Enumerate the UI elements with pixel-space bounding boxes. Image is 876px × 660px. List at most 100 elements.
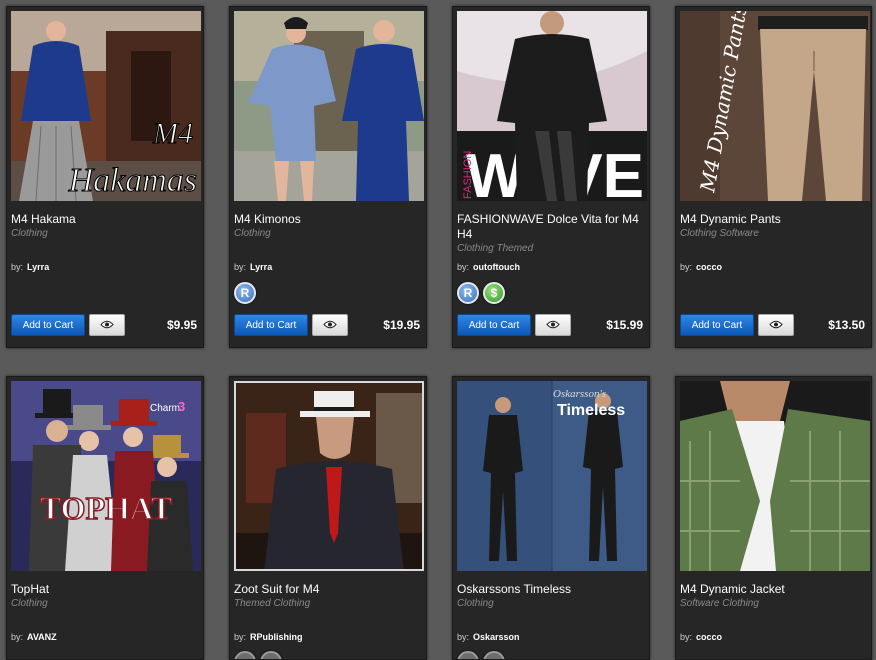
author-link[interactable]: AVANZ [27,632,57,642]
eye-icon [100,316,114,334]
product-badges: R [234,282,256,304]
product-title[interactable]: TopHat Clothing [11,582,197,611]
add-to-cart-button[interactable]: Add to Cart [680,314,754,336]
product-card: M4 Dynamic Pants M4 Dynamic Pants Clothi… [675,6,872,348]
product-title[interactable]: FASHIONWAVE Dolce Vita for M4 H4 Clothin… [457,212,643,256]
by-label: by: [457,262,470,272]
product-title-text[interactable]: M4 Kimonos [234,212,301,226]
product-byline: by: Oskarsson [457,632,520,642]
product-title[interactable]: M4 Kimonos Clothing [234,212,420,241]
author-link[interactable]: Lyrra [250,262,272,272]
product-category: Software Clothing [680,598,759,609]
by-label: by: [11,632,24,642]
product-title[interactable]: Oskarssons Timeless Clothing [457,582,643,611]
image-overlay-text: 3 [178,399,185,414]
product-actions: Add to Cart $13.50 [680,313,865,337]
product-byline: by: AVANZ [11,632,57,642]
image-overlay-text: Timeless [557,402,625,419]
by-label: by: [680,262,693,272]
product-image[interactable]: Oskarsson's Timeless [457,381,647,571]
product-title-text[interactable]: Oskarssons Timeless [457,582,571,596]
by-label: by: [457,632,470,642]
product-title-text[interactable]: M4 Dynamic Pants [680,212,781,226]
product-card: TOPHAT Charm 3 TopHat Clothing by: AVANZ [6,376,204,660]
image-overlay-text: TOPHAT [40,490,172,526]
product-card: Oskarsson's Timeless Oskarssons Timeless… [452,376,650,660]
image-overlay-text: M4 [152,117,193,150]
author-link[interactable]: cocco [696,632,722,642]
badge-icon [260,651,282,659]
product-actions: Add to Cart $9.95 [11,313,197,337]
product-image[interactable] [234,381,424,571]
product-price: $15.99 [606,318,643,332]
product-card: M4 Kimonos Clothing by: Lyrra R Add to Ca… [229,6,427,348]
product-image[interactable]: TOPHAT Charm 3 [11,381,201,571]
preview-button[interactable] [535,314,571,336]
product-category: Clothing [234,228,271,239]
product-image[interactable]: M4 Hakamas [11,11,201,201]
author-link[interactable]: Oskarsson [473,632,520,642]
product-category: Clothing [11,598,48,609]
rendered-badge-icon: R [234,282,256,304]
author-link[interactable]: outoftouch [473,262,520,272]
badge-icon [457,651,479,659]
by-label: by: [234,262,247,272]
product-title-text[interactable]: M4 Dynamic Jacket [680,582,785,596]
product-byline: by: cocco [680,632,722,642]
product-price: $9.95 [166,318,197,332]
badge-icon [234,651,256,659]
product-byline: by: cocco [680,262,722,272]
product-title-text[interactable]: TopHat [11,582,49,596]
product-badges: R $ [457,282,505,304]
badge-icon [483,651,505,659]
product-category: Clothing Themed [457,243,534,254]
product-category: Clothing [11,228,48,239]
product-title-text[interactable]: FASHIONWAVE Dolce Vita for M4 H4 [457,212,639,241]
product-card: M4 Dynamic Jacket Software Clothing by: c… [675,376,872,660]
add-to-cart-button[interactable]: Add to Cart [234,314,308,336]
product-actions: Add to Cart $15.99 [457,313,643,337]
product-badges [234,651,282,659]
product-title-text[interactable]: Zoot Suit for M4 [234,582,319,596]
rendered-badge-icon: R [457,282,479,304]
product-image[interactable]: M4 Dynamic Pants [680,11,870,201]
product-title[interactable]: M4 Dynamic Jacket Software Clothing [680,582,865,611]
product-actions: Add to Cart $19.95 [234,313,420,337]
preview-button[interactable] [312,314,348,336]
product-category: Clothing Software [680,228,759,239]
product-price: $13.50 [828,318,865,332]
product-title-text[interactable]: M4 Hakama [11,212,76,226]
product-badges [457,651,505,659]
product-title[interactable]: M4 Hakama Clothing [11,212,197,241]
by-label: by: [234,632,247,642]
product-title[interactable]: Zoot Suit for M4 Themed Clothing [234,582,420,611]
product-category: Clothing [457,598,494,609]
product-card: Zoot Suit for M4 Themed Clothing by: RPub… [229,376,427,660]
author-link[interactable]: RPublishing [250,632,303,642]
preview-button[interactable] [758,314,794,336]
eye-icon [323,316,337,334]
image-overlay-text: FASHION [462,151,474,199]
product-image[interactable]: WAVE FASHION [457,11,647,201]
dollar-badge-icon: $ [483,282,505,304]
preview-button[interactable] [89,314,125,336]
eye-icon [546,316,560,334]
product-title[interactable]: M4 Dynamic Pants Clothing Software [680,212,865,241]
by-label: by: [11,262,24,272]
product-image[interactable] [680,381,870,571]
author-link[interactable]: cocco [696,262,722,272]
product-byline: by: outoftouch [457,262,520,272]
product-byline: by: RPublishing [234,632,303,642]
product-byline: by: Lyrra [234,262,272,272]
author-link[interactable]: Lyrra [27,262,49,272]
add-to-cart-button[interactable]: Add to Cart [457,314,531,336]
product-price: $19.95 [383,318,420,332]
product-image[interactable] [234,11,424,201]
image-overlay-text: Hakamas [68,162,197,199]
product-card: WAVE FASHION FASHIONWAVE Dolce Vita for … [452,6,650,348]
image-overlay-text: Oskarsson's [553,388,606,400]
product-category: Themed Clothing [234,598,311,609]
add-to-cart-button[interactable]: Add to Cart [11,314,85,336]
eye-icon [769,316,783,334]
by-label: by: [680,632,693,642]
